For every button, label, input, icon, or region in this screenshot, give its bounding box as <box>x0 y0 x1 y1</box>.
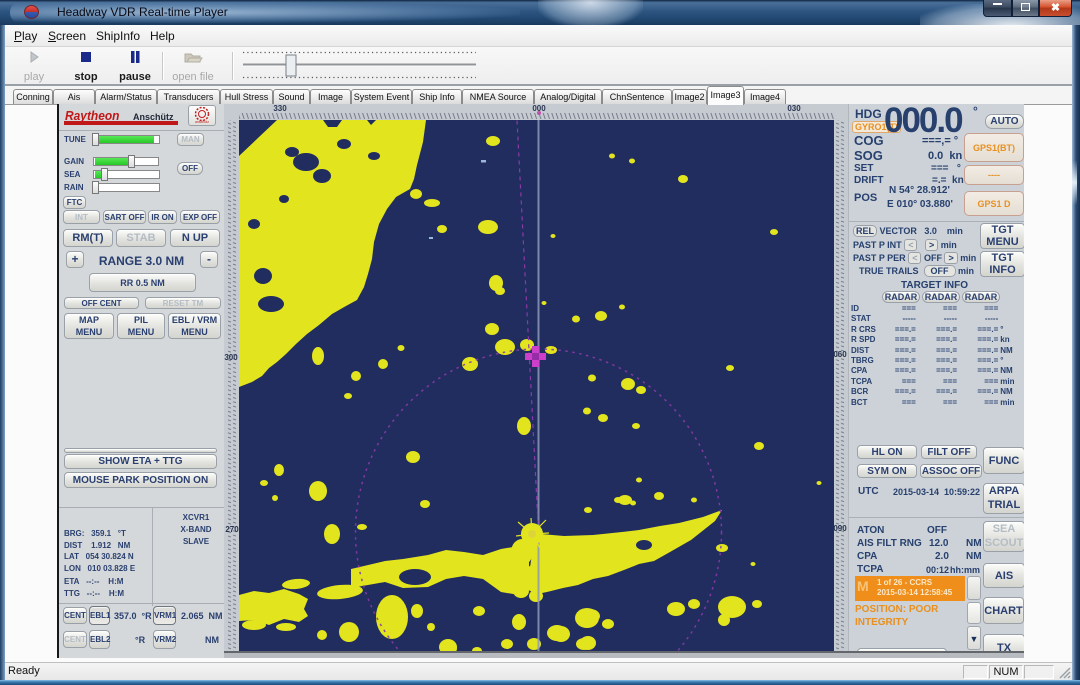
svg-text:300: 300 <box>224 353 238 362</box>
svg-text:270: 270 <box>225 525 239 534</box>
svg-text:anschutz: anschutz <box>195 120 209 124</box>
svg-text:090: 090 <box>833 524 847 533</box>
svg-text:060: 060 <box>833 350 847 359</box>
svg-text:030: 030 <box>787 104 801 113</box>
svg-text:330: 330 <box>273 104 287 113</box>
